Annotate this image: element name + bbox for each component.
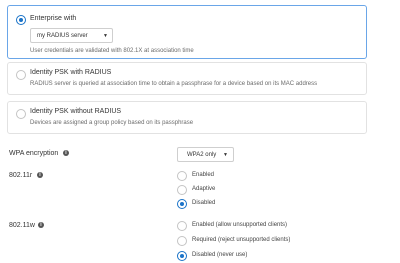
caret-down-icon: ▼	[103, 33, 108, 39]
r80211-label: 802.11r	[9, 172, 33, 179]
info-icon[interactable]: i	[63, 150, 69, 156]
w80211-label: 802.11w	[9, 222, 35, 229]
radio-r80211-adaptive[interactable]	[177, 185, 187, 195]
info-icon[interactable]: i	[38, 222, 44, 228]
auth-option-title: Enterprise with	[30, 15, 77, 22]
info-icon[interactable]: i	[37, 172, 43, 178]
radio-ipsk-no-radius[interactable]	[16, 109, 26, 119]
w80211-option-label: Enabled (allow unsupported clients)	[192, 222, 288, 228]
w80211-option-label: Required (reject unsupported clients)	[192, 237, 291, 243]
w80211-option-label: Disabled (never use)	[192, 252, 248, 258]
auth-option-enterprise[interactable]: Enterprise with my RADIUS server ▼ User …	[7, 5, 367, 59]
r80211-option-label: Disabled	[192, 200, 216, 206]
auth-option-ipsk-no-radius[interactable]: Identity PSK without RADIUS Devices are …	[7, 101, 367, 134]
radio-w80211-enabled[interactable]	[177, 221, 187, 231]
wpa-encryption-label: WPA encryption	[9, 150, 59, 157]
radio-r80211-enabled[interactable]	[177, 171, 187, 181]
r80211-option-label: Adaptive	[192, 186, 216, 192]
auth-option-description: User credentials are validated with 802.…	[30, 48, 194, 54]
auth-option-description: Devices are assigned a group policy base…	[30, 120, 194, 126]
wpa-encryption-select[interactable]: WPA2 only ▼	[177, 147, 234, 162]
auth-option-ipsk-radius[interactable]: Identity PSK with RADIUS RADIUS server i…	[7, 62, 367, 95]
radio-enterprise[interactable]	[16, 15, 26, 25]
r80211-option-label: Enabled	[192, 172, 215, 178]
auth-option-description: RADIUS server is queried at association …	[30, 81, 318, 87]
auth-option-title: Identity PSK without RADIUS	[30, 108, 122, 115]
auth-option-title: Identity PSK with RADIUS	[30, 69, 112, 76]
caret-down-icon: ▼	[223, 152, 228, 158]
radio-w80211-required[interactable]	[177, 236, 187, 246]
radio-w80211-disabled[interactable]	[177, 251, 187, 261]
radius-server-select[interactable]: my RADIUS server ▼	[30, 28, 113, 43]
wpa-encryption-value: WPA2 only	[187, 152, 217, 158]
radius-server-value: my RADIUS server	[37, 33, 88, 39]
radio-ipsk-radius[interactable]	[16, 70, 26, 80]
radio-r80211-disabled[interactable]	[177, 199, 187, 209]
